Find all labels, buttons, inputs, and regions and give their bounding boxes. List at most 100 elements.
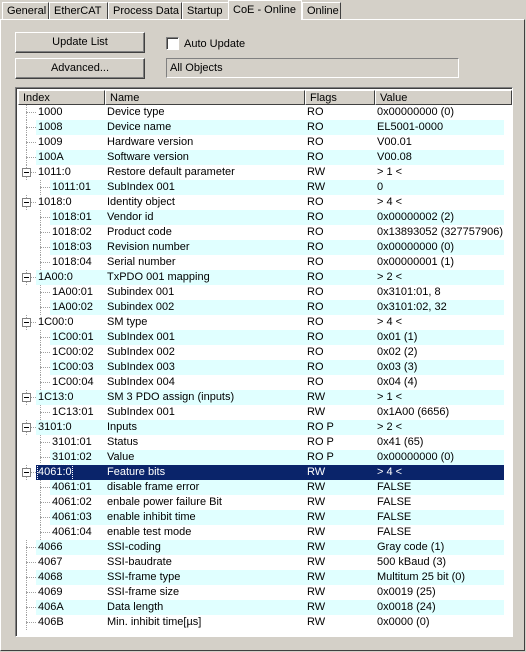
cell-value: 0x00000002 (2) (377, 211, 455, 223)
tab-startup[interactable]: Startup (182, 2, 229, 19)
tree-connector (40, 382, 50, 383)
cell-name: Identity object (107, 196, 175, 208)
table-row[interactable]: 1A00:0 TxPDO 001 mapping RO > 2 < (18, 270, 512, 285)
table-row[interactable]: 1C00:0 SM type RO > 4 < (18, 315, 512, 330)
table-row[interactable]: 1C00:02 SubIndex 002 RO 0x02 (2) (18, 345, 512, 360)
table-row[interactable]: 1009 Hardware version RO V00.01 (18, 135, 512, 150)
tree-connector (40, 345, 41, 360)
table-row[interactable]: 406A Data length RW 0x0018 (24) (18, 600, 512, 615)
cell-name: Vendor id (107, 211, 154, 223)
tree-connector (40, 337, 50, 338)
collapse-icon[interactable] (22, 393, 31, 402)
table-row[interactable]: 4061:04 enable test mode RW FALSE (18, 525, 512, 540)
cell-name: Device type (107, 106, 165, 118)
cell-name: SubIndex 004 (107, 376, 175, 388)
table-row[interactable]: 1C13:01 SubIndex 001 RW 0x1A00 (6656) (18, 405, 512, 420)
table-row[interactable]: 1018:03 Revision number RO 0x00000000 (0) (18, 240, 512, 255)
table-row[interactable]: 1011:01 SubIndex 001 RW 0 (18, 180, 512, 195)
cell-index: 1018:02 (52, 226, 92, 238)
cell-flags: RW (307, 586, 326, 598)
tree-connector (40, 450, 41, 465)
cell-index: 406A (38, 601, 64, 613)
tab-coe-online[interactable]: CoE - Online (228, 0, 302, 20)
cell-name: Status (107, 436, 139, 448)
table-row[interactable]: 1018:04 Serial number RO 0x00000001 (1) (18, 255, 512, 270)
column-header-value[interactable]: Value (375, 90, 512, 105)
update-list-button[interactable]: Update List (15, 32, 145, 53)
table-row[interactable]: 4068 SSI-frame type RW Multitum 25 bit (0) (18, 570, 512, 585)
table-row[interactable]: 4067 SSI-baudrate RW 500 kBaud (3) (18, 555, 512, 570)
column-header-flags[interactable]: Flags (305, 90, 375, 105)
cell-index: 1C13:01 (52, 406, 94, 418)
table-row[interactable]: 3101:01 Status RO P 0x41 (65) (18, 435, 512, 450)
cell-index: 1009 (38, 136, 63, 148)
table-row[interactable]: 3101:0 Inputs RO P > 2 < (18, 420, 512, 435)
tree-connector (40, 210, 41, 225)
cell-name: SSI-coding (107, 541, 161, 553)
table-row[interactable]: 4061:02 enbale power failure Bit RW FALSE (18, 495, 512, 510)
cell-flags: RO (307, 316, 324, 328)
cell-flags: RW (307, 481, 326, 493)
tree-connector (26, 540, 27, 555)
table-row[interactable]: 406B Min. inhibit time[µs] RW 0x0000 (0) (18, 615, 512, 630)
collapse-icon[interactable] (22, 273, 31, 282)
cell-value: 0x0019 (25) (377, 586, 436, 598)
table-row[interactable]: 1008 Device name RO EL5001-0000 (18, 120, 512, 135)
collapse-icon[interactable] (22, 168, 31, 177)
table-row[interactable]: 1C00:03 SubIndex 003 RO 0x03 (3) (18, 360, 512, 375)
table-row[interactable]: 1A00:01 Subindex 001 RO 0x3101:01, 8 (18, 285, 512, 300)
table-row[interactable]: 100A Software version RO V00.08 (18, 150, 512, 165)
table-row[interactable]: 4061:01 disable frame error RW FALSE (18, 480, 512, 495)
tree-connector (40, 525, 41, 540)
cell-index: 1018:03 (52, 241, 92, 253)
column-header-name[interactable]: Name (105, 90, 305, 105)
tree-connector (26, 547, 36, 548)
tree-connector (26, 600, 27, 615)
collapse-icon[interactable] (22, 198, 31, 207)
object-list[interactable]: Index Name Flags Value 1000 Device type RO… (15, 87, 513, 637)
tab-online[interactable]: Online (302, 2, 341, 19)
list-rows: 1000 Device type RO 0x00000000 (0) 1008 Devic… (18, 105, 512, 630)
collapse-icon[interactable] (22, 468, 31, 477)
cell-value: 0x01 (1) (377, 331, 418, 343)
tree-connector (40, 292, 50, 293)
tab-ethercat[interactable]: EtherCAT (49, 2, 108, 19)
cell-value: FALSE (377, 511, 412, 523)
cell-index: 4069 (38, 586, 63, 598)
table-row[interactable]: 1018:0 Identity object RO > 4 < (18, 195, 512, 210)
table-row[interactable]: 1C00:01 SubIndex 001 RO 0x01 (1) (18, 330, 512, 345)
collapse-icon[interactable] (22, 318, 31, 327)
tree-connector (26, 585, 27, 600)
advanced-button[interactable]: Advanced... (15, 58, 145, 79)
table-row[interactable]: 1C00:04 SubIndex 004 RO 0x04 (4) (18, 375, 512, 390)
table-row[interactable]: 1018:02 Product code RO 0x13893052 (3277579… (18, 225, 512, 240)
table-row[interactable]: 4061:0 Feature bits RW > 4 < (18, 464, 512, 481)
cell-flags: RO (307, 136, 324, 148)
tab-general[interactable]: General (2, 2, 49, 19)
cell-value: V00.08 (377, 151, 412, 163)
cell-name: enable inhibit time (107, 511, 196, 523)
table-row[interactable]: 1A00:02 Subindex 002 RO 0x3101:02, 32 (18, 300, 512, 315)
table-row[interactable]: 1C13:0 SM 3 PDO assign (inputs) RW > 1 < (18, 390, 512, 405)
tree-connector (26, 562, 36, 563)
collapse-icon[interactable] (22, 423, 31, 432)
cell-name: Inputs (107, 421, 137, 433)
tab-process-data[interactable]: Process Data (108, 2, 182, 19)
column-header-index[interactable]: Index (18, 90, 105, 105)
object-filter-field[interactable]: All Objects (166, 58, 459, 78)
cell-value: > 2 < (377, 421, 403, 433)
tree-connector (40, 352, 50, 353)
table-row[interactable]: 1000 Device type RO 0x00000000 (0) (18, 105, 512, 120)
table-row[interactable]: 1018:01 Vendor id RO 0x00000002 (2) (18, 210, 512, 225)
table-row[interactable]: 4069 SSI-frame size RW 0x0019 (25) (18, 585, 512, 600)
cell-value: > 2 < (377, 271, 403, 283)
table-row[interactable]: 3101:02 Value RO P 0x00000000 (0) (18, 450, 512, 465)
table-row[interactable]: 4061:03 enable inhibit time RW FALSE (18, 510, 512, 525)
table-row[interactable]: 1011:0 Restore default parameter RW > 1 < (18, 165, 512, 180)
auto-update-checkbox[interactable] (166, 37, 179, 50)
cell-flags: RO (307, 376, 324, 388)
cell-value: 0x04 (4) (377, 376, 418, 388)
table-row[interactable]: 4066 SSI-coding RW Gray code (1) (18, 540, 512, 555)
cell-flags: RO (307, 331, 324, 343)
tree-connector (40, 240, 41, 255)
